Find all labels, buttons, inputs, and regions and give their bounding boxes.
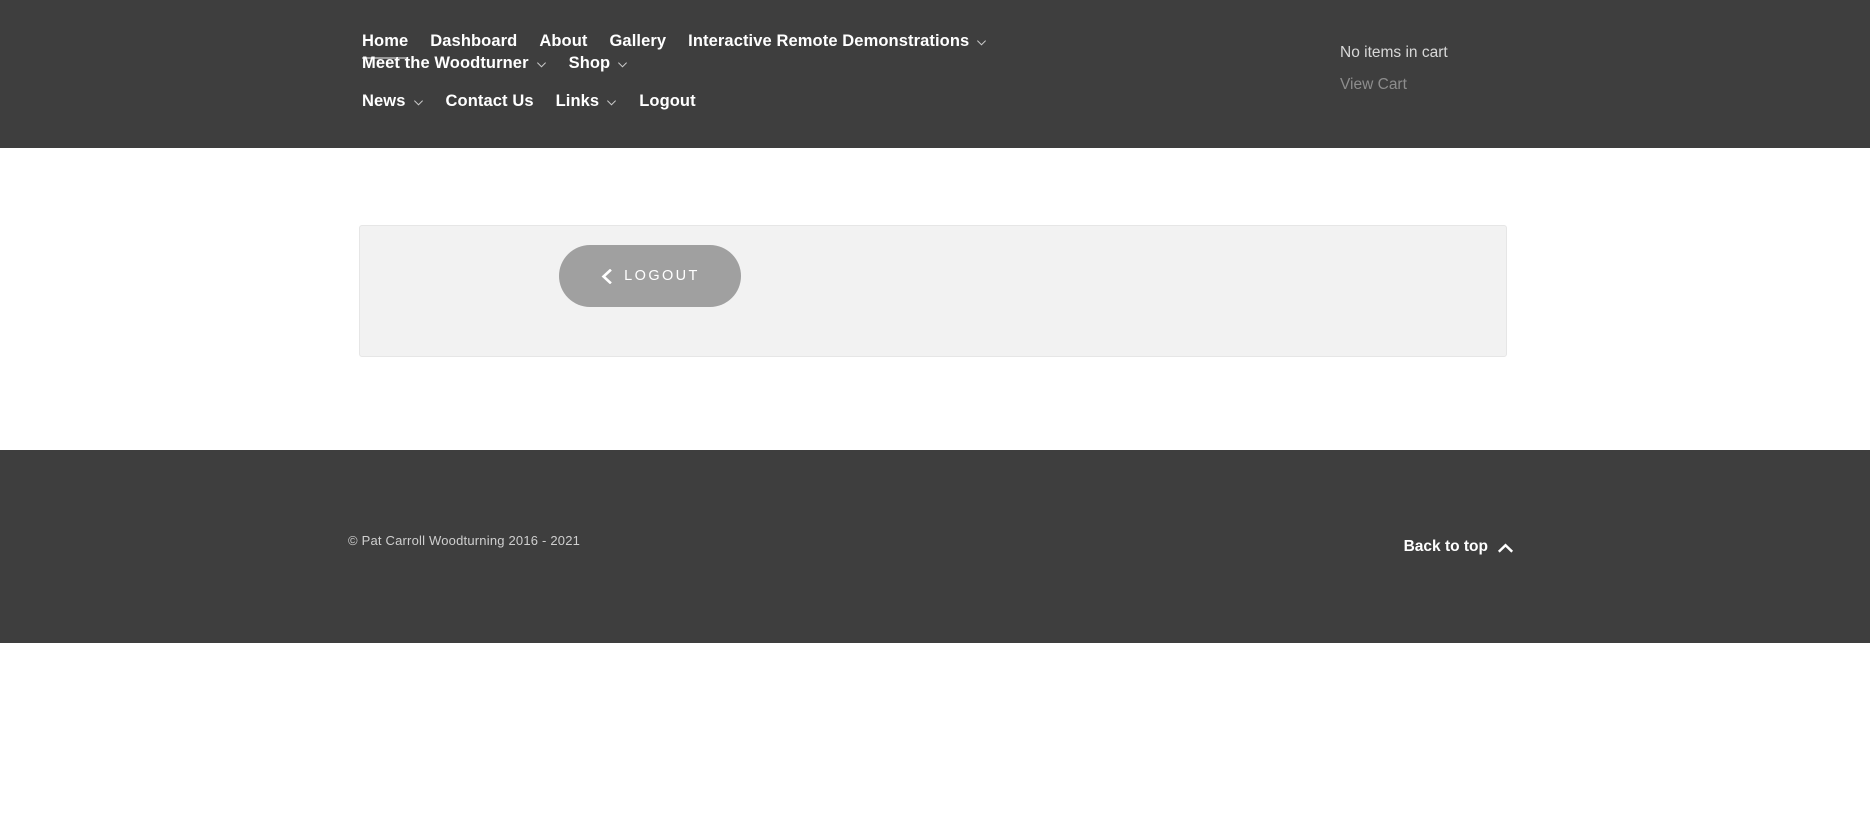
nav-item-label: News bbox=[362, 92, 406, 110]
copyright-text: © Pat Carroll Woodturning 2016 - 2021 bbox=[348, 533, 581, 548]
logout-button[interactable]: Logout bbox=[559, 245, 741, 307]
cart-status-text: No items in cart bbox=[1340, 44, 1448, 61]
nav-item-label: Links bbox=[555, 92, 600, 110]
nav-item-label: Gallery bbox=[609, 32, 667, 50]
nav-item-label: Contact Us bbox=[445, 92, 534, 110]
nav-item-label: Shop bbox=[568, 54, 611, 72]
nav-item-label: Home bbox=[362, 32, 409, 50]
chevron-down-icon bbox=[536, 59, 547, 70]
logout-button-label: Logout bbox=[624, 268, 700, 284]
back-to-top-link[interactable]: Back to top bbox=[1404, 537, 1513, 557]
nav-item-meet-the-woodturner[interactable]: Meet the Woodturner bbox=[362, 52, 547, 74]
nav-item-logout[interactable]: Logout bbox=[639, 90, 696, 112]
logout-panel: Logout bbox=[359, 225, 1507, 357]
nav-row-secondary: News Contact Us Links Logout bbox=[362, 90, 1212, 112]
chevron-down-icon bbox=[606, 97, 617, 108]
site-footer: © Pat Carroll Woodturning 2016 - 2021 Ba… bbox=[0, 450, 1870, 643]
cart-summary: No items in cart View Cart bbox=[1340, 42, 1870, 96]
nav-item-label: Logout bbox=[639, 92, 696, 110]
header-inner: Home Dashboard About Gallery Interactive… bbox=[0, 0, 1870, 148]
view-cart-link[interactable]: View Cart bbox=[1340, 74, 1407, 96]
chevron-left-icon bbox=[600, 268, 613, 284]
nav-item-label: About bbox=[539, 32, 588, 50]
primary-navigation: Home Dashboard About Gallery Interactive… bbox=[362, 30, 1212, 112]
nav-item-shop[interactable]: Shop bbox=[569, 52, 629, 74]
nav-item-about[interactable]: About bbox=[539, 30, 587, 52]
nav-item-label: Interactive Remote Demonstrations bbox=[688, 32, 970, 50]
back-to-top-label: Back to top bbox=[1403, 538, 1488, 555]
nav-item-interactive-remote-demonstrations[interactable]: Interactive Remote Demonstrations bbox=[688, 30, 987, 52]
chevron-down-icon bbox=[413, 97, 424, 108]
page-background-below-footer bbox=[0, 643, 1870, 813]
site-header: Home Dashboard About Gallery Interactive… bbox=[0, 0, 1870, 148]
main-content-area: Logout bbox=[0, 148, 1870, 450]
chevron-up-icon bbox=[1498, 543, 1513, 554]
nav-item-label: Meet the Woodturner bbox=[362, 54, 529, 72]
nav-item-contact-us[interactable]: Contact Us bbox=[446, 90, 534, 112]
nav-item-gallery[interactable]: Gallery bbox=[610, 30, 667, 52]
chevron-down-icon bbox=[976, 37, 987, 48]
nav-item-label: Dashboard bbox=[430, 32, 518, 50]
nav-item-news[interactable]: News bbox=[362, 90, 424, 112]
nav-item-links[interactable]: Links bbox=[556, 90, 618, 112]
nav-item-home[interactable]: Home bbox=[362, 30, 409, 59]
nav-item-dashboard[interactable]: Dashboard bbox=[430, 30, 517, 52]
nav-row-primary: Home Dashboard About Gallery Interactive… bbox=[362, 30, 1212, 74]
chevron-down-icon bbox=[617, 59, 628, 70]
